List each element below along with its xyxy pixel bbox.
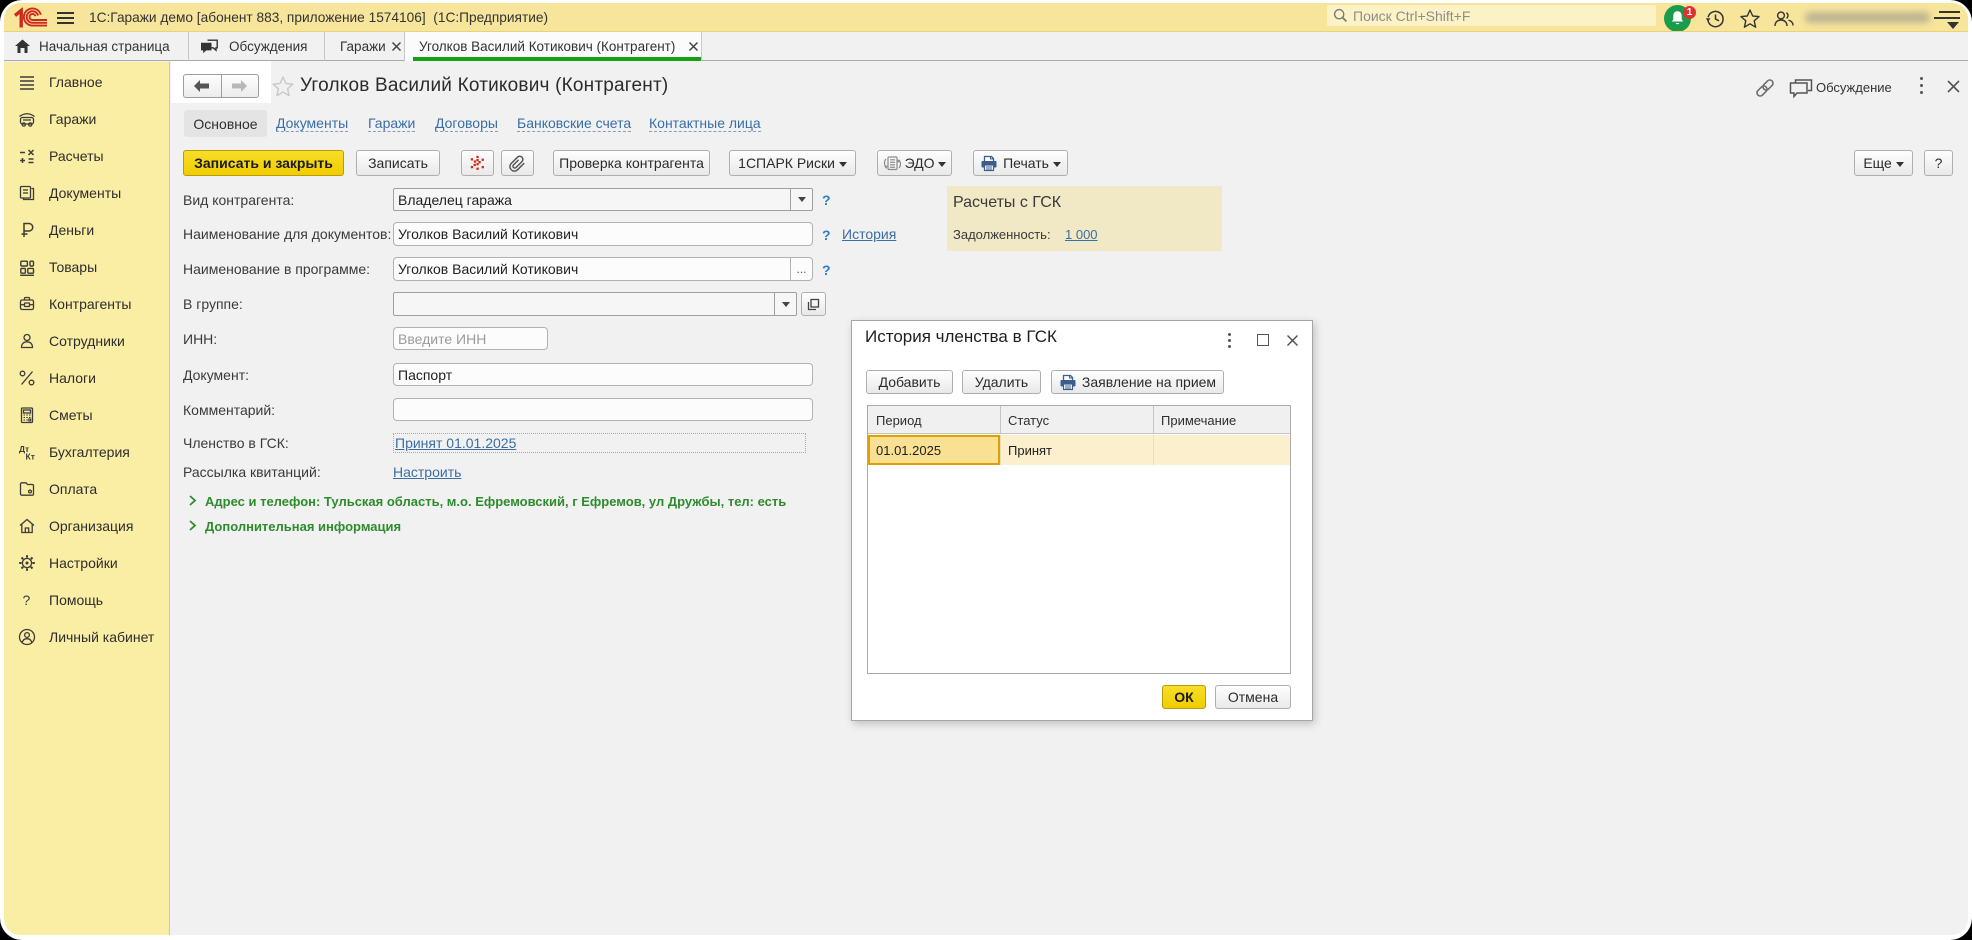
svg-text:?: ? xyxy=(23,592,31,608)
svg-text:Кт: Кт xyxy=(26,452,35,462)
